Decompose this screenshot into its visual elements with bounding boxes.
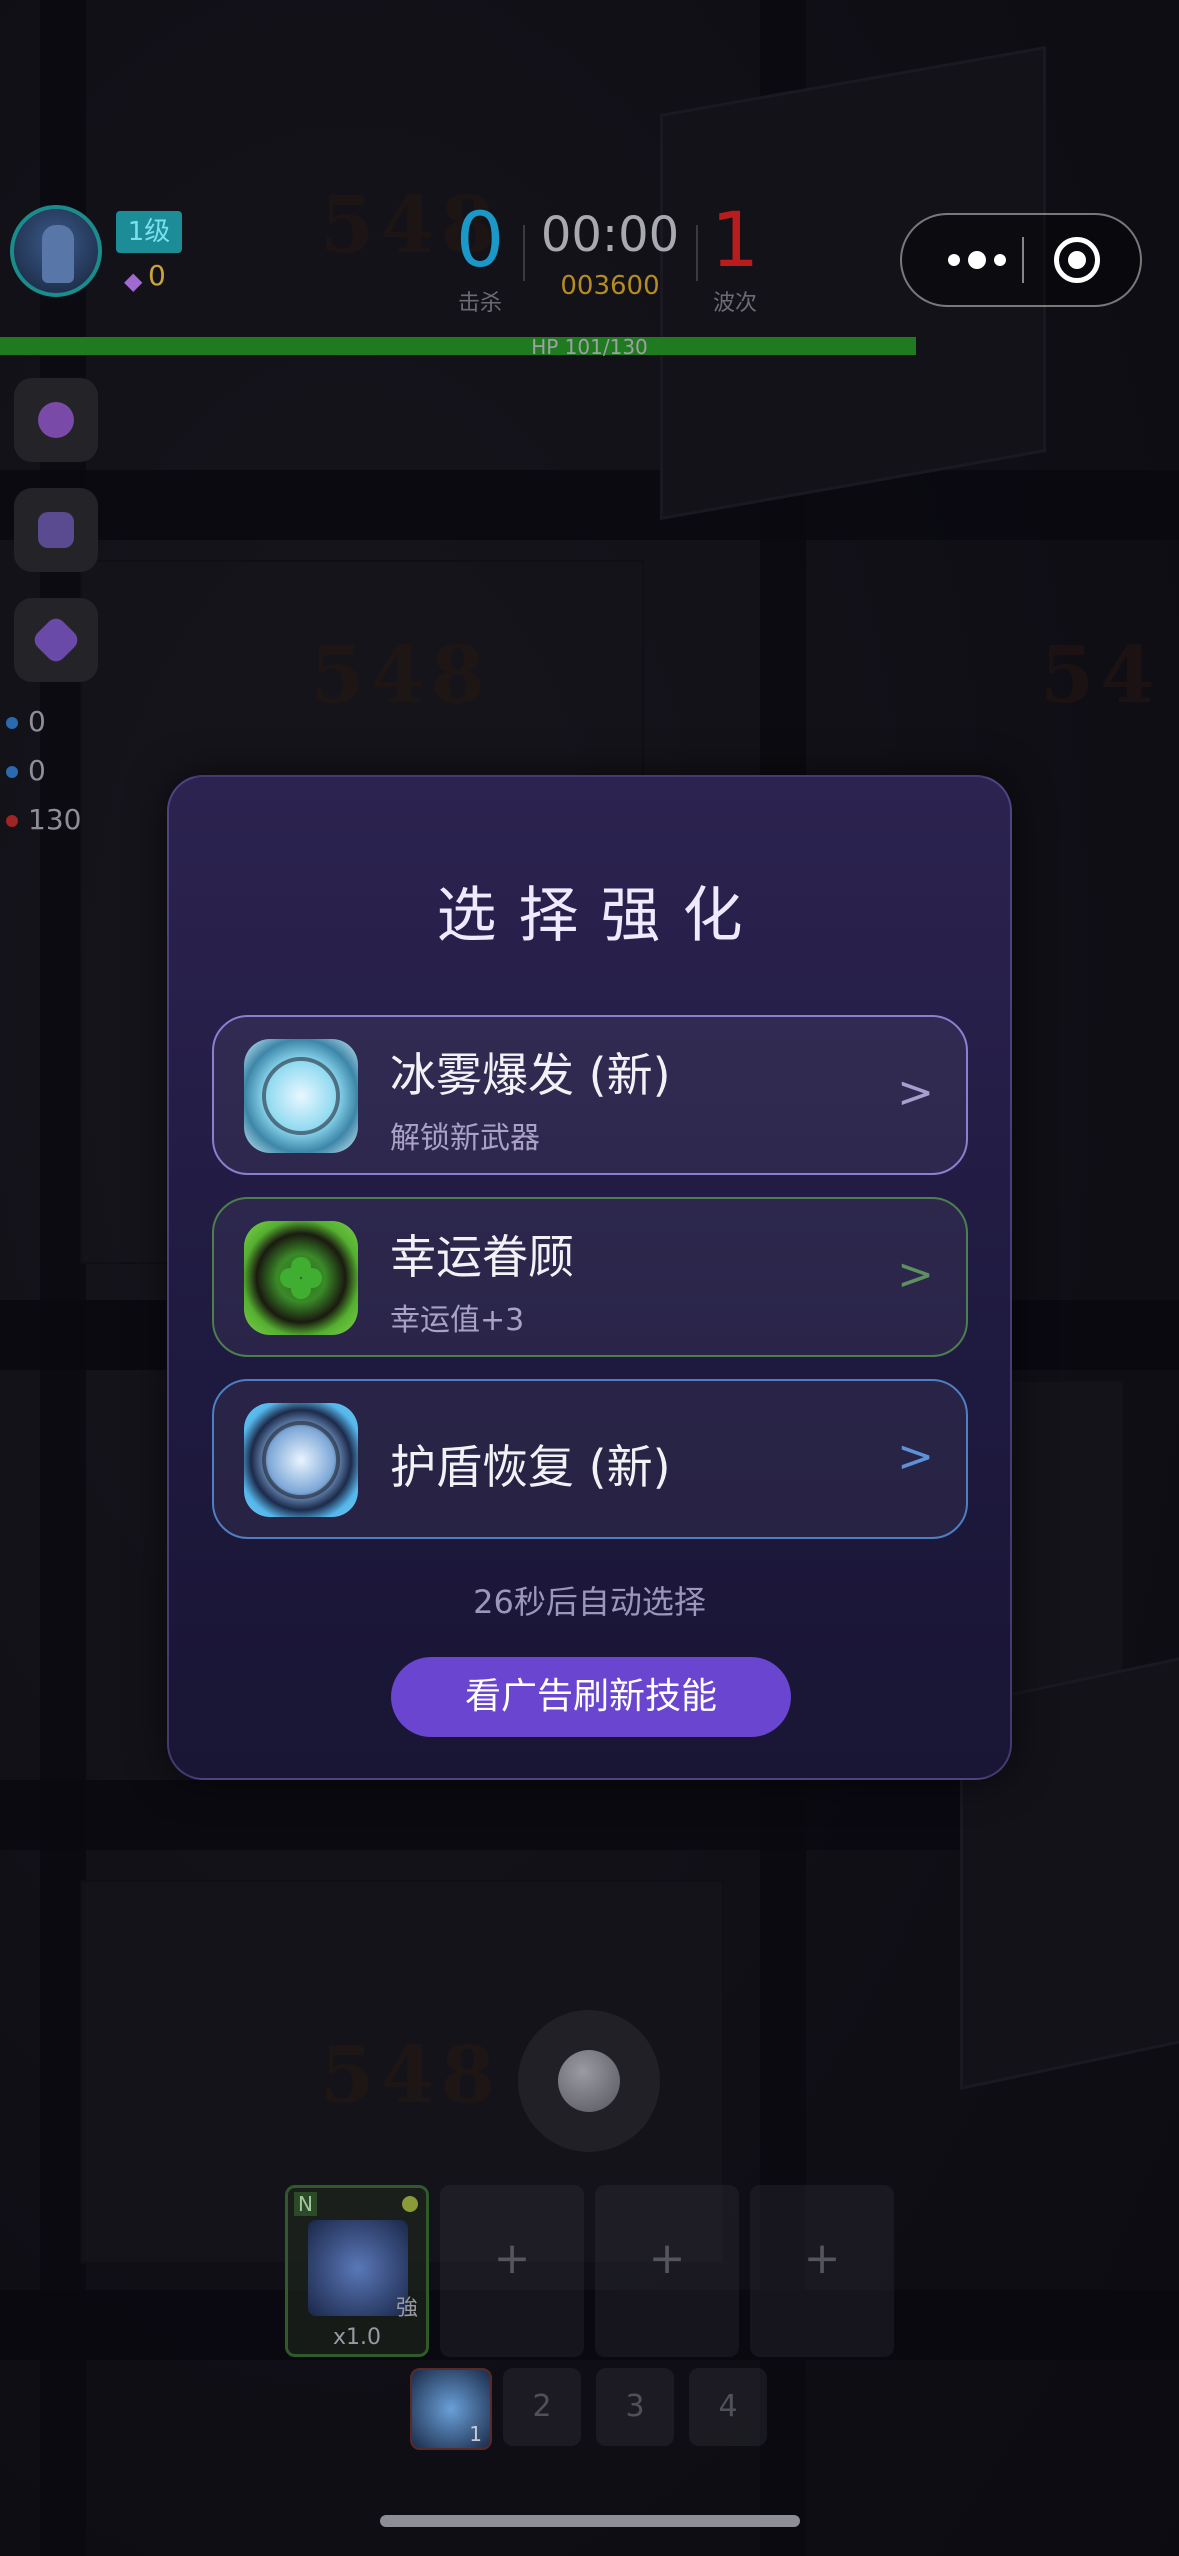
weapon-slot-1[interactable]: N 強 x1.0: [285, 2185, 429, 2357]
chevron-right-icon: >: [897, 1249, 934, 1300]
side-skill-slot[interactable]: [14, 488, 98, 572]
chevron-right-icon: >: [897, 1067, 934, 1118]
upgrade-select-dialog: 选择强化 冰雾爆发 (新) 解锁新武器 > 幸运眷顾 幸运值+3 > 护盾恢复 …: [167, 775, 1012, 1780]
weapon-multiplier: x1.0: [332, 2325, 381, 2350]
upgrade-option-ice-burst[interactable]: 冰雾爆发 (新) 解锁新武器 >: [212, 1015, 968, 1175]
shield-icon: [244, 1403, 358, 1517]
divider: [523, 225, 525, 281]
miniprogram-capsule: [900, 213, 1142, 307]
joystick-knob[interactable]: [558, 2050, 620, 2112]
weapon-slot-empty[interactable]: +: [440, 2185, 584, 2357]
more-dots-icon[interactable]: [932, 215, 1022, 305]
option-desc: 幸运值+3: [390, 1303, 525, 1338]
dialog-title: 选择强化: [436, 881, 765, 951]
skill-slot-4[interactable]: 4: [689, 2368, 767, 2446]
side-skill-slot[interactable]: [14, 598, 98, 682]
side-stat: 130: [6, 803, 81, 836]
rarity-tag: N: [294, 2192, 317, 2216]
status-dot: [402, 2196, 418, 2212]
weapon-icon: [308, 2220, 408, 2316]
watch-ad-refresh-button[interactable]: 看广告刷新技能: [391, 1657, 791, 1737]
weapon-slot-empty[interactable]: +: [750, 2185, 894, 2357]
option-name: 护盾恢复 (新): [390, 1440, 671, 1494]
gem-count: 0: [148, 259, 166, 292]
side-skill-slot[interactable]: [14, 378, 98, 462]
upgrade-option-shield[interactable]: 护盾恢复 (新) >: [212, 1379, 968, 1539]
player-avatar[interactable]: [10, 205, 102, 297]
option-name: 冰雾爆发 (新): [390, 1048, 671, 1102]
ice-burst-icon: [244, 1039, 358, 1153]
weapon-slot-empty[interactable]: +: [595, 2185, 739, 2357]
side-stat: 0: [6, 705, 46, 738]
hp-text: HP 101/130: [531, 335, 648, 359]
virtual-joystick[interactable]: [518, 2010, 660, 2152]
upgrade-option-luck[interactable]: 幸运眷顾 幸运值+3 >: [212, 1197, 968, 1357]
skill-slot-1[interactable]: 1: [410, 2368, 492, 2450]
target-icon[interactable]: [1054, 237, 1100, 283]
enhance-badge: 強: [395, 2296, 418, 2321]
option-desc: 解锁新武器: [390, 1121, 540, 1156]
gem-icon: ◆: [124, 267, 143, 295]
divider: [696, 225, 698, 281]
score: 003600: [560, 271, 660, 301]
level-badge: 1级: [116, 211, 182, 253]
clover-icon: [244, 1221, 358, 1335]
skill-slot-3[interactable]: 3: [596, 2368, 674, 2446]
option-name: 幸运眷顾: [390, 1230, 574, 1284]
home-indicator[interactable]: [380, 2515, 800, 2527]
kill-counter: 0 击杀: [455, 195, 505, 316]
game-timer: 00:00 003600: [530, 205, 690, 301]
auto-select-countdown: 26秒后自动选择: [473, 1583, 706, 1621]
chevron-right-icon: >: [897, 1431, 934, 1482]
wave-counter: 1 波次: [710, 195, 760, 316]
side-stat: 0: [6, 754, 46, 787]
skill-slot-2[interactable]: 2: [503, 2368, 581, 2446]
